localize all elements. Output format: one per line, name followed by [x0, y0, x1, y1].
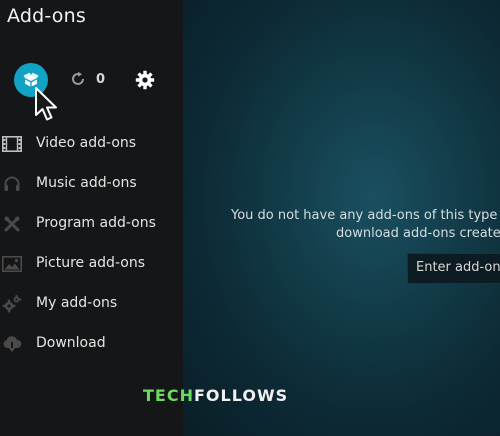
sidebar-item-label: Program add-ons	[36, 215, 156, 231]
watermark: TECHFOLLOWS	[143, 386, 288, 405]
tools-icon	[2, 214, 22, 234]
sidebar: Add-ons 0 Video add-ons Music add-ons Pr…	[0, 0, 183, 436]
enter-addon-browser-button[interactable]: Enter add-on b	[407, 253, 500, 284]
check-updates-button[interactable]: 0	[70, 71, 105, 87]
picture-icon	[2, 254, 22, 274]
enter-addon-browser-label: Enter add-on b	[416, 260, 500, 275]
update-count: 0	[96, 71, 106, 87]
sidebar-item-label: Music add-ons	[36, 175, 137, 191]
gear-icon	[135, 70, 155, 90]
page-title: Add-ons	[7, 5, 86, 27]
sidebar-item-video-addons[interactable]: Video add-ons	[0, 124, 183, 164]
refresh-icon	[72, 71, 84, 85]
empty-message-line-1: You do not have any add-ons of this type…	[231, 208, 500, 223]
sidebar-item-label: My add-ons	[36, 295, 118, 311]
sidebar-item-label: Download	[36, 335, 106, 351]
mouse-cursor-icon	[35, 87, 57, 121]
sidebar-item-download[interactable]: Download	[0, 324, 183, 364]
watermark-part-1: TECH	[143, 386, 194, 405]
content-area: You do not have any add-ons of this type…	[183, 0, 500, 436]
film-icon	[2, 134, 22, 154]
settings-button[interactable]	[135, 70, 155, 90]
sidebar-item-picture-addons[interactable]: Picture add-ons	[0, 244, 183, 284]
sidebar-item-music-addons[interactable]: Music add-ons	[0, 164, 183, 204]
sidebar-item-my-addons[interactable]: My add-ons	[0, 284, 183, 324]
sidebar-item-label: Picture add-ons	[36, 255, 145, 271]
headphones-icon	[2, 174, 22, 194]
gears-icon	[2, 294, 22, 314]
cloud-download-icon	[2, 334, 22, 354]
sidebar-item-label: Video add-ons	[36, 135, 137, 151]
addon-category-menu: Video add-ons Music add-ons Program add-…	[0, 124, 183, 364]
watermark-part-2: FOLLOWS	[193, 386, 289, 405]
sidebar-item-program-addons[interactable]: Program add-ons	[0, 204, 183, 244]
empty-message-line-2: download add-ons created	[336, 226, 500, 241]
